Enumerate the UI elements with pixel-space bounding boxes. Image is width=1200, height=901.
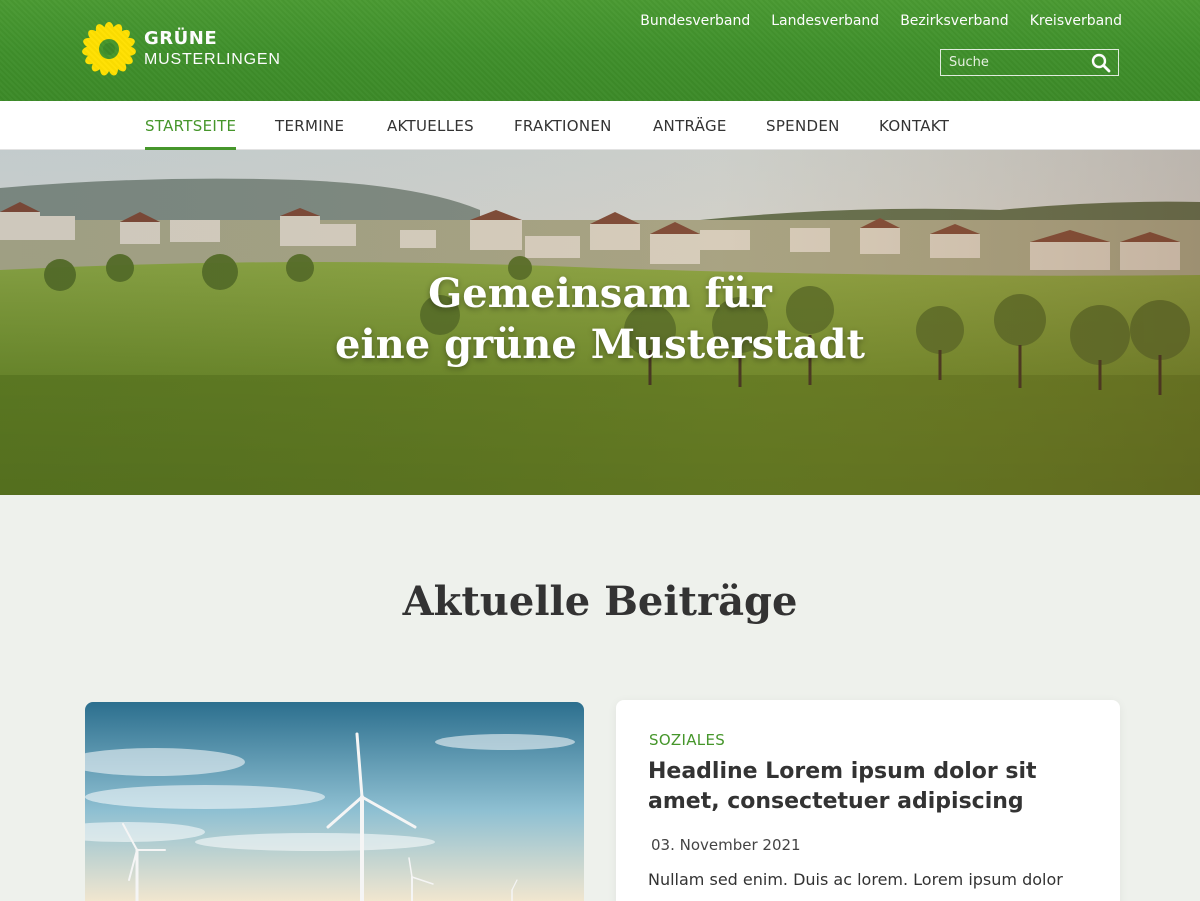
nav-fraktionen[interactable]: FRAKTIONEN	[514, 101, 612, 150]
site-header: GRÜNE MUSTERLINGEN Bundesverband Landesv…	[0, 0, 1200, 101]
post-date: 03. November 2021	[651, 836, 801, 854]
hero-banner: Gemeinsam für eine grüne Musterstadt	[0, 150, 1200, 495]
sunflower-icon	[82, 22, 136, 76]
nav-startseite[interactable]: STARTSEITE	[145, 101, 237, 150]
nav-spenden[interactable]: SPENDEN	[766, 101, 840, 150]
hero-title: Gemeinsam für eine grüne Musterstadt	[0, 268, 1200, 370]
section-title: Aktuelle Beiträge	[402, 578, 798, 625]
logo-text-line2: MUSTERLINGEN	[144, 51, 281, 68]
logo-text-line1: GRÜNE	[144, 28, 218, 49]
post-card[interactable]: SOZIALES Headline Lorem ipsum dolor sit …	[616, 700, 1120, 901]
post-category[interactable]: SOZIALES	[649, 731, 725, 749]
main-nav: STARTSEITE TERMINE AKTUELLES FRAKTIONEN …	[0, 101, 1200, 150]
search-box	[940, 49, 1119, 76]
nav-termine[interactable]: TERMINE	[275, 101, 344, 150]
toplink-kreisverband[interactable]: Kreisverband	[1030, 13, 1122, 29]
post-image[interactable]	[85, 702, 584, 901]
hero-title-line1: Gemeinsam für	[428, 270, 772, 317]
hero-title-line2: eine grüne Musterstadt	[335, 321, 865, 368]
search-input[interactable]	[941, 50, 1081, 75]
post-excerpt: Nullam sed enim. Duis ac lorem. Lorem ip…	[648, 870, 1063, 889]
toplink-bundesverband[interactable]: Bundesverband	[640, 13, 750, 29]
search-icon[interactable]	[1091, 53, 1111, 73]
post-headline[interactable]: Headline Lorem ipsum dolor sit amet, con…	[648, 757, 1098, 817]
nav-kontakt[interactable]: KONTAKT	[879, 101, 949, 150]
top-links: Bundesverband Landesverband Bezirksverba…	[640, 13, 1122, 29]
wind-turbines-image	[85, 702, 584, 901]
toplink-landesverband[interactable]: Landesverband	[771, 13, 879, 29]
nav-antraege[interactable]: ANTRÄGE	[653, 101, 727, 150]
nav-aktuelles[interactable]: AKTUELLES	[387, 101, 474, 150]
toplink-bezirksverband[interactable]: Bezirksverband	[900, 13, 1009, 29]
site-logo[interactable]: GRÜNE MUSTERLINGEN	[82, 22, 282, 80]
